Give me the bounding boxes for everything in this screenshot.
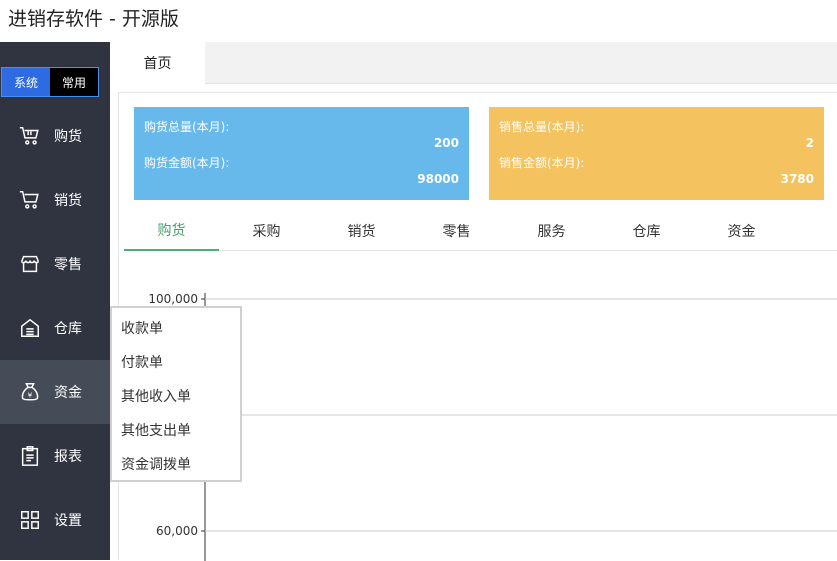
grid-icon [21,511,39,529]
menu-item-other-expense[interactable]: 其他支出单 [121,420,191,440]
sidebar-item-label: 销货 [54,193,82,209]
cart-icon [19,191,39,209]
money-bag-icon: ¥ [21,383,39,401]
svg-text:¥: ¥ [28,391,33,400]
menu-item-payment[interactable]: 付款单 [121,352,163,372]
menu-item-other-income[interactable]: 其他收入单 [121,386,191,406]
sidebar-item-settings[interactable]: 设置 [0,488,110,552]
y-tick-label: 100,000 [148,292,198,306]
sidebar-item-warehouse[interactable]: 仓库 [0,296,110,360]
sidebar-item-label: 报表 [54,449,82,465]
sidebar-item-label: 资金 [54,385,82,401]
mode-system-button[interactable]: 系统 [2,68,50,96]
tab-bar: 首页 [110,42,837,84]
y-tick-label: 60,000 [156,524,198,538]
sidebar: 系统 常用 购货 销货 零售 仓库 ¥ 资金 报表 设置 [0,42,110,560]
store-icon [21,255,39,273]
mode-common-button[interactable]: 常用 [50,68,98,96]
sidebar-item-label: 仓库 [54,321,82,337]
menu-item-receipt[interactable]: 收款单 [121,318,163,338]
sidebar-item-retail[interactable]: 零售 [0,232,110,296]
clipboard-icon [21,446,39,466]
app-title: 进销存软件 - 开源版 [8,8,179,30]
sidebar-item-label: 购货 [54,129,82,145]
menu-item-fund-transfer[interactable]: 资金调拨单 [121,454,191,474]
sidebar-item-reports[interactable]: 报表 [0,424,110,488]
sidebar-item-label: 设置 [54,513,82,529]
warehouse-icon [21,318,39,337]
sidebar-item-funds[interactable]: ¥ 资金 [0,360,110,424]
sidebar-item-sales[interactable]: 销货 [0,168,110,232]
cart-icon [19,127,39,145]
tab-home[interactable]: 首页 [110,42,205,84]
sidebar-item-purchase[interactable]: 购货 [0,104,110,168]
sidebar-item-label: 零售 [54,257,82,273]
funds-popup-menu: 收款单 付款单 其他收入单 其他支出单 资金调拨单 [110,306,242,482]
mode-switch: 系统 常用 [1,67,99,97]
